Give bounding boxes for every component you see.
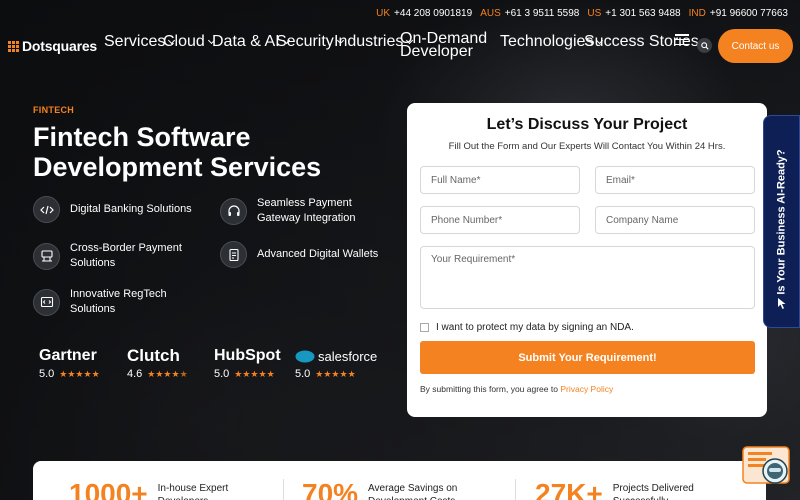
stat-label: Projects Delivered Successfully [612,483,694,500]
country-code: AUS [480,8,501,19]
star-rating-icon: ★★★★★ [147,368,188,379]
rating-hubspot[interactable]: HubSpot 5.0 ★★★★★ [214,346,281,380]
feature-cross-border: Cross-Border Payment Solutions [33,241,213,271]
phone-number: +61 3 9511 5598 [504,8,580,19]
company-field[interactable] [595,206,755,234]
rating-score: 5.0 [214,368,230,380]
nav-security[interactable]: Security [276,33,344,51]
nav-label: Security [276,33,334,50]
phone-uk[interactable]: UK +44 208 0901819 [376,8,472,19]
nav-success-stories[interactable]: Success Stories [584,33,709,51]
stat-savings: 70% Average Savings on Development Costs [302,479,458,500]
phone-number: +44 208 0901819 [394,8,473,19]
requirement-field[interactable] [420,246,755,309]
feature-label: Cross-Border Payment Solutions [70,242,182,269]
rating-salesforce[interactable]: salesforce 5.0 ★★★★★ [295,346,377,381]
main-header: Dotsquares Services Cloud Data & AI Secu… [0,26,800,66]
stat-number: 1000+ [69,478,148,500]
feature-digital-wallets: Advanced Digital Wallets [220,241,390,268]
stat-label: Average Savings on Development Costs [368,483,458,500]
nav-on-demand-developer[interactable]: On-Demand Developer [400,31,487,60]
stat-divider [515,479,516,500]
wallet-icon [220,241,247,268]
pointer-icon [778,298,786,309]
feature-label: Seamless Payment Gateway Integration [257,197,356,224]
nda-label: I want to protect my data by signing an … [436,322,634,333]
contact-us-button[interactable]: Contact us [718,29,793,63]
chat-bot-icon [742,446,790,484]
salesforce-logo: salesforce [295,346,377,366]
rating-gartner[interactable]: Gartner 5.0 ★★★★★ [39,346,100,380]
rating-score: 5.0 [295,368,311,380]
menu-icon[interactable] [675,34,689,45]
phone-aus[interactable]: AUS +61 3 9511 5598 [480,8,579,19]
phone-number: +1 301 563 9488 [605,8,681,19]
phone-bar: UK +44 208 0901819 AUS +61 3 9511 5598 US +… [376,8,788,19]
nav-label: Technologies [500,33,594,50]
nav-cloud[interactable]: Cloud [163,33,215,51]
salesforce-cloud-icon [295,350,315,363]
nda-checkbox-row[interactable]: I want to protect my data by signing an … [420,322,634,333]
feature-label: Digital Banking Solutions [70,203,192,215]
gartner-logo: Gartner [39,347,97,364]
full-name-field[interactable] [420,166,580,194]
privacy-notice-text: By submitting this form, you agree to [420,384,558,394]
nav-label: Industries [334,33,404,50]
country-code: US [587,8,602,19]
rating-score: 4.6 [127,368,143,380]
dotsquares-logo[interactable]: Dotsquares [8,38,97,54]
page-title: Fintech Software Development Services [33,122,322,182]
privacy-notice: By submitting this form, you agree to Pr… [420,384,613,394]
regtech-icon [33,288,60,316]
feature-regtech: Innovative RegTech Solutions [33,287,213,317]
code-icon [33,196,60,223]
feature-payment-gateway: Seamless Payment Gateway Integration [220,196,390,226]
nav-label: Services [104,33,166,50]
phone-ind[interactable]: IND +91 96600 77663 [689,8,788,19]
chat-widget[interactable] [742,446,790,486]
form-subtitle: Fill Out the Form and Our Experts Will C… [448,141,726,152]
feature-label: Innovative RegTech Solutions [70,288,167,315]
contact-form-card: Let’s Discuss Your Project Fill Out the … [407,103,767,417]
stat-label: In-house Expert Developers [157,483,229,500]
star-rating-icon: ★★★★★ [234,368,275,379]
phone-field[interactable] [420,206,580,234]
phone-number: +91 96600 77663 [709,8,788,19]
ai-ready-side-tab[interactable]: Is Your Business AI-Ready? [763,115,800,328]
nav-label: Data & AI [212,33,280,50]
rating-clutch[interactable]: Clutch 4.6 ★★★★★ [127,346,188,380]
side-tab-label: Is Your Business AI-Ready? [775,148,788,295]
salesforce-wordmark: salesforce [318,348,378,364]
stat-number: 70% [302,478,359,500]
stat-number: 27K+ [535,478,603,500]
nda-checkbox[interactable] [420,323,429,332]
feature-label: Advanced Digital Wallets [257,248,379,260]
country-code: IND [688,8,706,19]
headset-icon [220,197,247,225]
nav-label: Cloud [163,33,205,50]
email-field[interactable] [595,166,755,194]
star-rating-icon: ★★★★★ [315,368,356,379]
network-icon [33,242,60,270]
stat-divider [283,479,284,500]
logo-icon [8,40,19,52]
page-eyebrow: FINTECH [33,105,75,115]
feature-digital-banking: Digital Banking Solutions [33,196,213,223]
country-code: UK [376,8,391,19]
phone-us[interactable]: US +1 301 563 9488 [587,8,680,19]
submit-button[interactable]: Submit Your Requirement! [420,341,755,374]
hubspot-logo: HubSpot [214,347,281,364]
form-title: Let’s Discuss Your Project [486,116,688,133]
clutch-logo: Clutch [127,346,180,365]
search-icon[interactable] [697,38,712,53]
privacy-policy-link[interactable]: Privacy Policy [560,384,613,394]
stat-developers: 1000+ In-house Expert Developers [69,479,248,500]
nav-label: Developer [400,43,473,60]
stat-projects: 27K+ Projects Delivered Successfully [535,479,703,500]
stats-strip: 1000+ In-house Expert Developers 70% Ave… [33,461,766,500]
star-rating-icon: ★★★★★ [59,368,100,379]
logo-text: Dotsquares [22,38,98,54]
rating-score: 5.0 [39,368,55,380]
